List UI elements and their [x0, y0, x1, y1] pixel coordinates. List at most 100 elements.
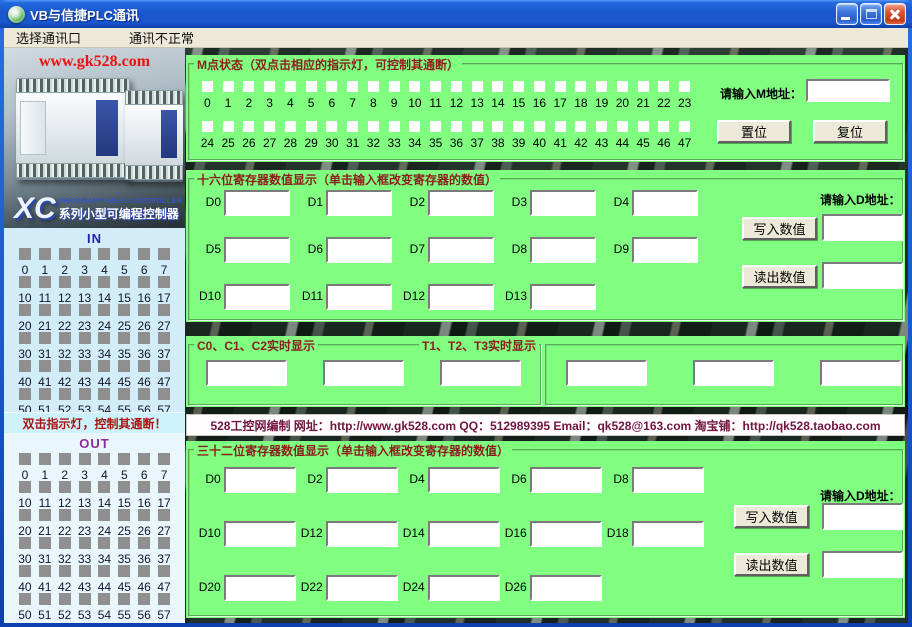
m-point-cell[interactable]: 10: [405, 81, 426, 108]
in-indicator-led[interactable]: [98, 332, 110, 344]
m-indicator-led[interactable]: [534, 81, 545, 92]
in-indicator-cell[interactable]: 6: [134, 248, 154, 274]
in-indicator-led[interactable]: [19, 304, 31, 316]
reset-button[interactable]: 复位: [813, 120, 887, 143]
out-indicator-cell[interactable]: 14: [95, 481, 115, 507]
out-indicator-led[interactable]: [98, 453, 110, 465]
m-indicator-led[interactable]: [368, 121, 379, 132]
counter-c0-display[interactable]: [206, 360, 287, 386]
out-indicator-cell[interactable]: 2: [55, 453, 75, 479]
close-button[interactable]: [884, 3, 906, 25]
in-indicator-led[interactable]: [79, 248, 91, 260]
in-indicator-led[interactable]: [19, 388, 31, 400]
m-point-cell[interactable]: 41: [550, 121, 571, 148]
m-point-cell[interactable]: 27: [259, 121, 280, 148]
m-point-cell[interactable]: 47: [674, 121, 695, 148]
m-point-cell[interactable]: 33: [384, 121, 405, 148]
out-indicator-cell[interactable]: 33: [75, 537, 95, 563]
m-point-cell[interactable]: 0: [197, 81, 218, 108]
out-indicator-led[interactable]: [138, 537, 150, 549]
register-value-input[interactable]: [632, 190, 698, 216]
out-indicator-cell[interactable]: 4: [95, 453, 115, 479]
maximize-button[interactable]: [860, 3, 882, 25]
in-indicator-cell[interactable]: 45: [114, 360, 134, 386]
out-indicator-cell[interactable]: 40: [15, 565, 35, 591]
register-value-input[interactable]: [428, 575, 500, 601]
in-indicator-led[interactable]: [79, 388, 91, 400]
in-indicator-led[interactable]: [59, 332, 71, 344]
in-indicator-cell[interactable]: 0: [15, 248, 35, 274]
register-value-input[interactable]: [428, 521, 500, 547]
m-point-cell[interactable]: 30: [322, 121, 343, 148]
in-indicator-cell[interactable]: 47: [154, 360, 174, 386]
m-point-cell[interactable]: 29: [301, 121, 322, 148]
out-indicator-cell[interactable]: 53: [75, 593, 95, 619]
m-point-cell[interactable]: 8: [363, 81, 384, 108]
out-indicator-led[interactable]: [138, 593, 150, 605]
out-indicator-led[interactable]: [158, 593, 170, 605]
m-indicator-led[interactable]: [638, 121, 649, 132]
out-indicator-led[interactable]: [39, 593, 51, 605]
register-value-input[interactable]: [632, 521, 704, 547]
in-indicator-led[interactable]: [79, 276, 91, 288]
in-indicator-cell[interactable]: 30: [15, 332, 35, 358]
out-indicator-led[interactable]: [98, 481, 110, 493]
m-point-cell[interactable]: 4: [280, 81, 301, 108]
in-indicator-cell[interactable]: 23: [75, 304, 95, 330]
in-indicator-led[interactable]: [158, 248, 170, 260]
out-indicator-cell[interactable]: 41: [35, 565, 55, 591]
m-indicator-led[interactable]: [347, 81, 358, 92]
m-point-cell[interactable]: 44: [612, 121, 633, 148]
out-indicator-cell[interactable]: 12: [55, 481, 75, 507]
in-indicator-led[interactable]: [158, 276, 170, 288]
out-indicator-led[interactable]: [138, 509, 150, 521]
out-indicator-led[interactable]: [59, 481, 71, 493]
in-indicator-led[interactable]: [59, 388, 71, 400]
counter-c1-display[interactable]: [323, 360, 404, 386]
register-value-input[interactable]: [428, 284, 494, 310]
out-indicator-cell[interactable]: 22: [55, 509, 75, 535]
register-value-input[interactable]: [530, 575, 602, 601]
in-indicator-led[interactable]: [118, 248, 130, 260]
in-indicator-cell[interactable]: 5: [114, 248, 134, 274]
m-point-cell[interactable]: 17: [550, 81, 571, 108]
in-indicator-led[interactable]: [118, 304, 130, 316]
out-indicator-led[interactable]: [19, 509, 31, 521]
out-indicator-cell[interactable]: 13: [75, 481, 95, 507]
out-indicator-led[interactable]: [79, 509, 91, 521]
in-indicator-cell[interactable]: 41: [35, 360, 55, 386]
m-point-cell[interactable]: 11: [425, 81, 446, 108]
in-indicator-cell[interactable]: 57: [154, 388, 174, 414]
m-indicator-led[interactable]: [389, 121, 400, 132]
in-indicator-cell[interactable]: 34: [95, 332, 115, 358]
out-indicator-led[interactable]: [39, 565, 51, 577]
m-indicator-led[interactable]: [202, 81, 213, 92]
out-indicator-led[interactable]: [158, 565, 170, 577]
m-indicator-led[interactable]: [430, 121, 441, 132]
out-indicator-cell[interactable]: 32: [55, 537, 75, 563]
out-indicator-cell[interactable]: 54: [95, 593, 115, 619]
m-indicator-led[interactable]: [306, 121, 317, 132]
out-indicator-cell[interactable]: 27: [154, 509, 174, 535]
register-value-input[interactable]: [326, 521, 398, 547]
register-value-input[interactable]: [326, 237, 392, 263]
out-indicator-cell[interactable]: 15: [114, 481, 134, 507]
register-value-input[interactable]: [530, 284, 596, 310]
m-point-cell[interactable]: 14: [488, 81, 509, 108]
out-indicator-cell[interactable]: 47: [154, 565, 174, 591]
register-value-input[interactable]: [224, 237, 290, 263]
out-indicator-cell[interactable]: 16: [134, 481, 154, 507]
m-point-cell[interactable]: 46: [654, 121, 675, 148]
out-indicator-led[interactable]: [59, 453, 71, 465]
register-value-input[interactable]: [224, 575, 296, 601]
in-indicator-cell[interactable]: 26: [134, 304, 154, 330]
register-value-input[interactable]: [224, 521, 296, 547]
out-indicator-cell[interactable]: 56: [134, 593, 154, 619]
m-indicator-led[interactable]: [347, 121, 358, 132]
in-indicator-cell[interactable]: 12: [55, 276, 75, 302]
out-indicator-led[interactable]: [39, 509, 51, 521]
in-indicator-cell[interactable]: 46: [134, 360, 154, 386]
out-indicator-cell[interactable]: 37: [154, 537, 174, 563]
m-indicator-led[interactable]: [534, 121, 545, 132]
out-indicator-led[interactable]: [79, 565, 91, 577]
